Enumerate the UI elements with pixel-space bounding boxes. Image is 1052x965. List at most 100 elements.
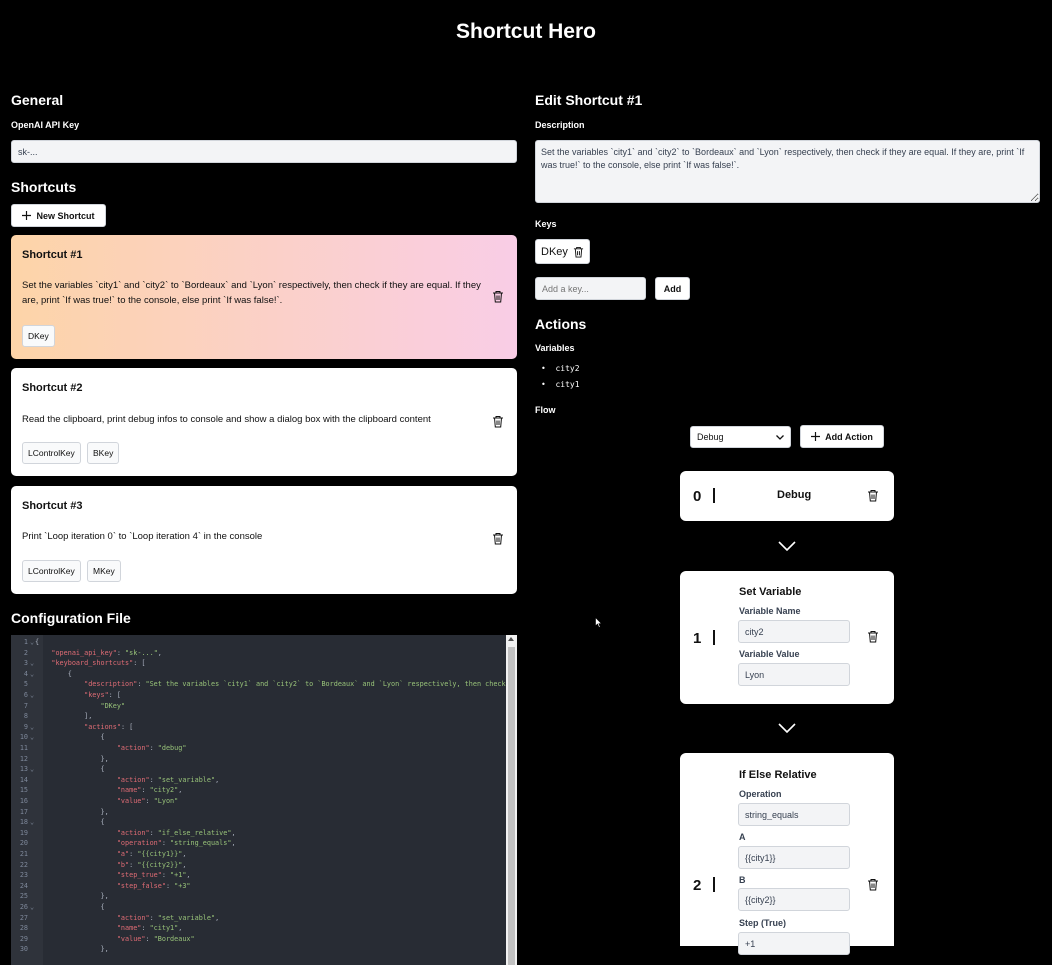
action-type-select[interactable]: Debug [690,426,791,448]
node-divider [713,877,715,892]
line-number: 2 [23,648,28,657]
description-textarea[interactable]: Set the variables `city1` and `city2` to… [535,140,1040,203]
chevron-down-icon [778,723,796,733]
field-label: Variable Name [739,606,801,616]
config-heading: Configuration File [11,610,131,626]
code-text: "step_true": "+1", [116,871,191,880]
code-text: "keys": [ [84,691,121,699]
flow-node-1[interactable]: 1 Set Variable Variable Name Variable Va… [680,571,894,704]
shortcut-title: Shortcut #3 [22,500,83,512]
fold-chevron-icon[interactable]: ⌄ [30,732,34,742]
field-label: Operation [739,789,782,799]
variable-name: city1 [555,380,580,389]
trash-icon[interactable] [573,246,584,258]
mouse-cursor-icon [595,617,602,628]
shortcut-title: Shortcut #2 [22,382,83,394]
step-true-input[interactable] [738,932,850,955]
code-text: "actions": [ [84,722,134,731]
code-text: "action": "debug" [116,744,187,752]
chevron-down-icon [778,541,796,551]
variable-item: • city1 [541,380,580,389]
shortcut-card-2[interactable]: Shortcut #2 Read the clipboard, print de… [11,368,517,476]
fold-chevron-icon[interactable]: ⌄ [30,902,34,912]
key-badge: DKey [22,325,55,347]
shortcut-description: Set the variables `city1` and `city2` to… [22,280,481,306]
general-heading: General [11,92,64,108]
code-text: }, [100,892,109,901]
line-number: 23 [19,871,28,880]
code-text: "openai_api_key": "sk-...", [51,648,162,657]
flow-label: Flow [535,405,556,415]
node-title: Debug [777,489,812,501]
shortcut-title: Shortcut #1 [22,249,83,261]
shortcut-card-3[interactable]: Shortcut #3 Print `Loop iteration 0` to … [11,486,517,594]
edit-key-badge: DKey [535,239,590,264]
b-input[interactable] [738,888,850,911]
variable-value-input[interactable] [738,663,850,686]
scroll-up-arrow-icon[interactable] [508,637,514,641]
editor-scrollbar[interactable] [506,635,517,965]
add-action-button[interactable]: Add Action [800,425,884,448]
config-code-editor[interactable]: 1 ⌄{2 "openai_api_key": "sk-...", 3 ⌄ "keyb… [11,635,517,965]
new-shortcut-label: New Shortcut [36,210,95,221]
line-number: 10 [19,733,28,742]
fold-chevron-icon[interactable]: ⌄ [30,690,34,700]
node-index: 0 [693,488,702,505]
new-shortcut-button[interactable]: New Shortcut [11,204,106,227]
line-number: 11 [19,744,28,752]
key-badge: LControlKey [22,442,81,464]
line-number: 29 [19,934,28,943]
line-number: 8 [23,712,28,721]
fold-chevron-icon[interactable]: ⌄ [30,669,34,679]
shortcut-description: Print `Loop iteration 0` to `Loop iterat… [22,531,263,542]
fold-chevron-icon[interactable]: ⌄ [30,637,34,647]
line-number: 19 [19,828,28,837]
plus-icon [22,211,32,220]
line-number: 6 [23,691,28,699]
line-number: 3 [23,659,28,668]
code-text: { [67,669,72,678]
fold-chevron-icon[interactable]: ⌄ [30,764,34,774]
trash-icon[interactable] [492,290,504,303]
flow-node-0[interactable]: 0 Debug [680,471,894,521]
field-label: A [739,832,746,842]
flow-node-2[interactable]: 2 If Else Relative Operation A B Step (T… [680,753,894,955]
key-badge: BKey [87,442,120,464]
trash-icon[interactable] [492,415,504,428]
key-badge: LControlKey [22,560,81,582]
operation-input[interactable] [738,803,850,826]
variables-label: Variables [535,343,575,353]
shortcut-card-1[interactable]: Shortcut #1 Set the variables `city1` an… [11,235,517,359]
a-input[interactable] [738,846,850,869]
edit-key-label: DKey [541,245,568,258]
code-text: { [35,638,40,646]
fold-chevron-icon[interactable]: ⌄ [30,658,34,668]
trash-icon[interactable] [492,532,504,545]
keys-label: Keys [535,219,557,229]
shortcut-description: Read the clipboard, print debug infos to… [22,414,431,425]
node-title: Set Variable [739,586,802,598]
code-text: "action": "if_else_relative", [116,828,236,837]
fold-chevron-icon[interactable]: ⌄ [30,722,34,732]
variable-name-input[interactable] [738,620,850,643]
code-text: ], [84,712,93,721]
trash-icon[interactable] [867,630,879,643]
fold-chevron-icon[interactable]: ⌄ [30,817,34,827]
code-text: "DKey" [100,701,126,710]
api-key-label: OpenAI API Key [11,120,80,130]
code-text: { [100,903,105,911]
add-key-input[interactable] [535,277,646,300]
trash-icon[interactable] [867,489,879,502]
line-number: 13 [19,765,28,774]
trash-icon[interactable] [867,878,879,891]
node-divider [713,630,715,645]
variable-item: • city2 [541,364,580,373]
api-key-input[interactable] [11,140,517,163]
line-number: 4 [23,669,28,678]
add-key-button[interactable]: Add [655,277,690,300]
code-text: { [100,765,105,774]
add-action-label: Add Action [825,431,873,442]
variable-name: city2 [555,364,580,373]
scroll-thumb[interactable] [508,647,515,965]
line-number: 17 [19,807,28,816]
